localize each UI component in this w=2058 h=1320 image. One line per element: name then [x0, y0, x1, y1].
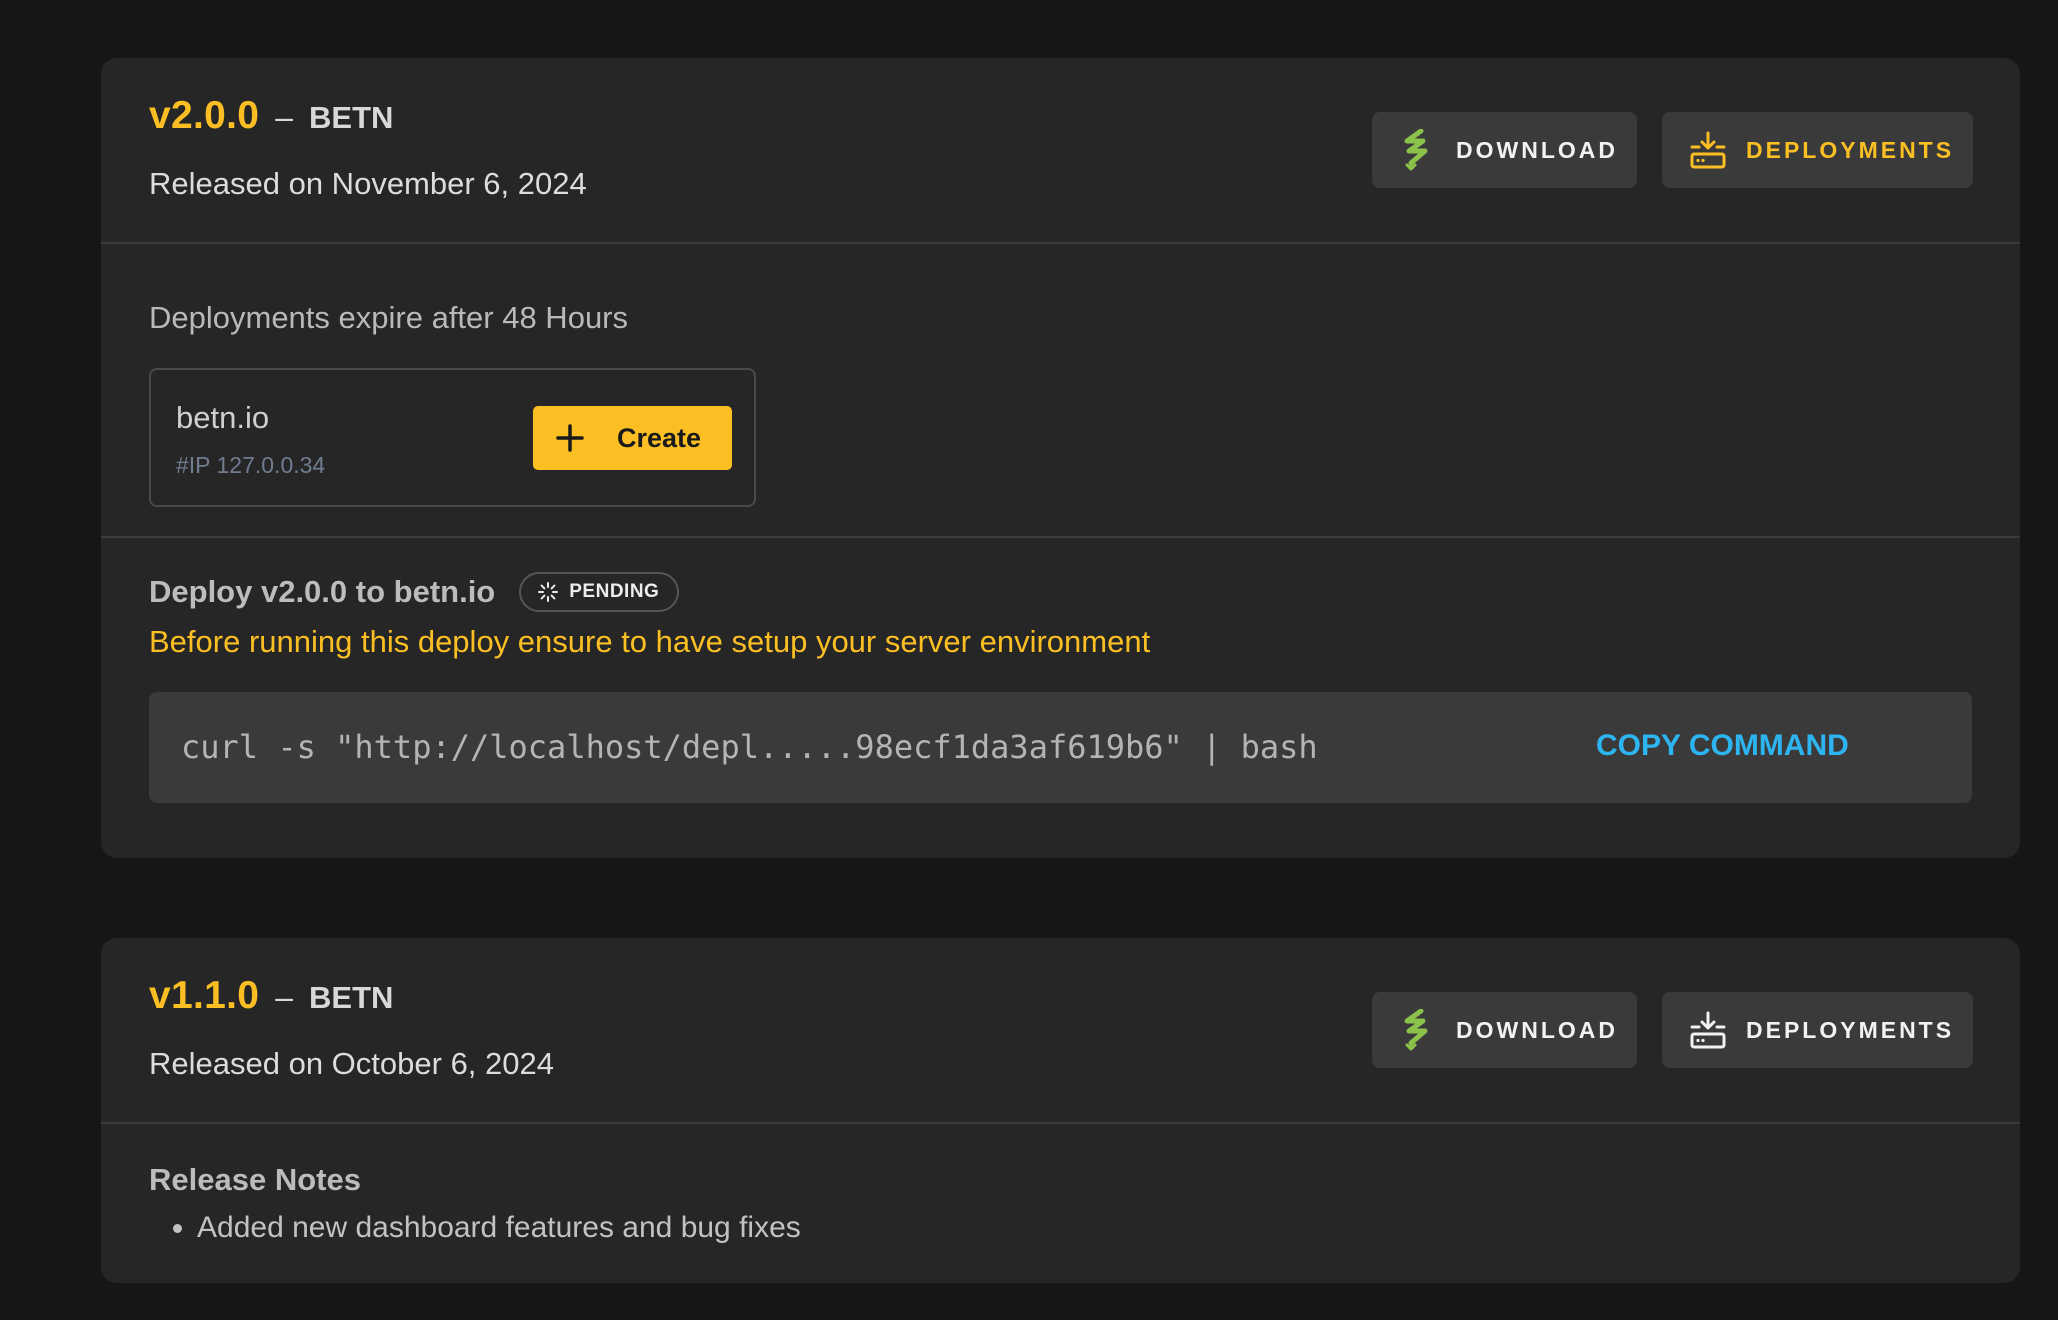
status-text: PENDING: [569, 581, 660, 602]
deployments-button[interactable]: DEPLOYMENTS: [1662, 992, 1973, 1068]
deployments-button[interactable]: DEPLOYMENTS: [1662, 112, 1973, 188]
release-notes-list: Added new dashboard features and bug fix…: [149, 1208, 801, 1248]
plus-icon: [553, 421, 587, 455]
release-header: v1.1.0 – BETN Released on October 6, 202…: [101, 938, 2020, 1124]
create-deployment-button[interactable]: Create: [533, 406, 732, 470]
server-download-icon: [1688, 1008, 1728, 1052]
list-item: Added new dashboard features and bug fix…: [197, 1208, 801, 1248]
download-label: DOWNLOAD: [1456, 1016, 1618, 1043]
deployments-label: DEPLOYMENTS: [1746, 136, 1955, 163]
deploy-warning: Before running this deploy ensure to hav…: [149, 624, 1151, 659]
release-card-v1: v1.1.0 – BETN Released on October 6, 202…: [101, 938, 2020, 1283]
deploy-task-header: Deploy v2.0.0 to betn.io PENDING: [149, 572, 680, 612]
release-version: v1.1.0: [149, 974, 260, 1017]
host-ip: #IP 127.0.0.34: [176, 452, 326, 478]
host-card: betn.io #IP 127.0.0.34 Create: [149, 368, 756, 507]
release-notes: Release Notes Added new dashboard featur…: [101, 1124, 2020, 1283]
download-icon: [1398, 128, 1438, 172]
release-title: v1.1.0 – BETN: [149, 974, 393, 1018]
download-button[interactable]: DOWNLOAD: [1372, 112, 1637, 188]
release-version: v2.0.0: [149, 94, 260, 137]
deploy-task-title: Deploy v2.0.0 to betn.io: [149, 574, 496, 609]
spinner-icon: [538, 582, 559, 602]
release-date: Released on October 6, 2024: [149, 1046, 554, 1081]
deployments-panel: Deployments expire after 48 Hours betn.i…: [101, 244, 2020, 538]
release-notes-title: Release Notes: [149, 1162, 361, 1197]
project-name: BETN: [309, 100, 394, 135]
project-name: BETN: [309, 980, 394, 1015]
deploy-command[interactable]: curl -s "http://localhost/depl.....98ecf…: [181, 728, 1318, 766]
copy-command-button[interactable]: COPY COMMAND: [1596, 729, 1849, 763]
release-header: v2.0.0 – BETN Released on November 6, 20…: [101, 58, 2020, 244]
server-download-icon: [1688, 128, 1728, 172]
download-label: DOWNLOAD: [1456, 136, 1618, 163]
create-label: Create: [617, 422, 702, 453]
title-separator: –: [275, 99, 294, 135]
deployments-label: DEPLOYMENTS: [1746, 1016, 1955, 1043]
release-card-v2: v2.0.0 – BETN Released on November 6, 20…: [101, 58, 2020, 858]
download-button[interactable]: DOWNLOAD: [1372, 992, 1637, 1068]
expire-note: Deployments expire after 48 Hours: [149, 300, 629, 335]
release-title: v2.0.0 – BETN: [149, 94, 393, 138]
download-icon: [1398, 1008, 1438, 1052]
command-box: curl -s "http://localhost/depl.....98ecf…: [149, 692, 1972, 803]
title-separator: –: [275, 979, 294, 1015]
release-date: Released on November 6, 2024: [149, 166, 587, 201]
status-badge: PENDING: [519, 572, 680, 612]
host-name: betn.io: [176, 400, 270, 435]
releases-page: v2.0.0 – BETN Released on November 6, 20…: [0, 0, 2058, 1320]
deploy-task-panel: Deploy v2.0.0 to betn.io PENDING Before …: [101, 538, 2020, 858]
